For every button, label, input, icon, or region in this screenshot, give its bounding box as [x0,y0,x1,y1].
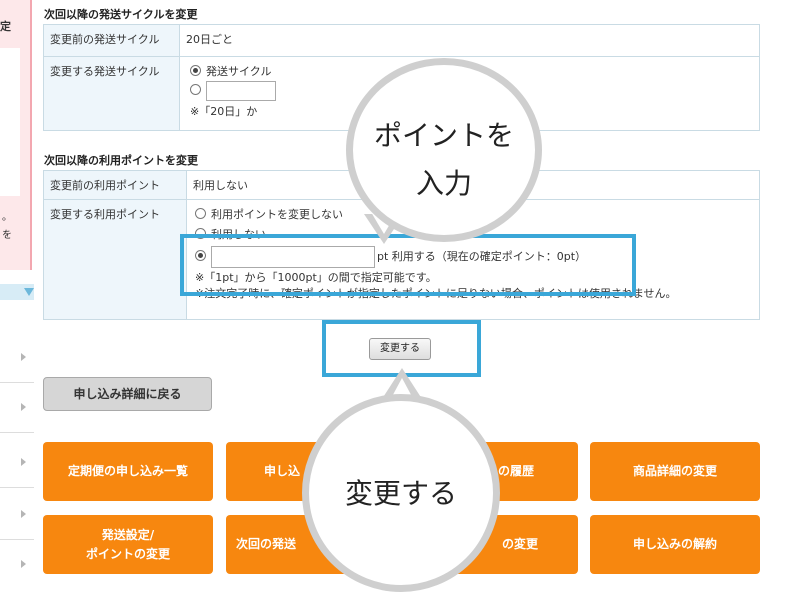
sidebar-fragment-2: 。 [2,212,12,223]
sidebar-nav-item[interactable] [0,490,34,540]
cancel-subscription-button[interactable]: 申し込みの解約 [590,515,760,574]
chevron-right-icon [21,403,26,411]
change-button[interactable]: 変更する [369,338,431,360]
points-callout-text: ポイントを 入力 [346,112,542,208]
sidebar-fragment-3: を [2,230,12,241]
change-callout-text: 変更する [344,477,457,510]
next-shipping-label: 次回の発送 [236,537,297,552]
sidebar-nav-item[interactable] [0,540,34,590]
cycle-radio-custom[interactable] [190,84,201,95]
history-label: の履歴 [497,464,534,479]
product-details-change-button[interactable]: 商品詳細の変更 [590,442,760,501]
current-points-label: 変更前の利用ポイント [43,170,187,200]
cancel-subscription-label: 申し込みの解約 [632,537,717,552]
points-section-title: 次回以降の利用ポイントを変更 [44,154,198,167]
back-to-details-button[interactable]: 申し込み詳細に戻る [43,377,212,411]
chevron-right-icon [21,560,26,568]
points-input-highlight [180,234,636,296]
points-option-nochange: 利用ポイントを変更しない [211,208,343,221]
subscription-list-label: 定期便の申し込み一覧 [67,464,188,479]
change-destination-label: の変更 [501,537,538,552]
chevron-right-icon [21,510,26,518]
shipping-points-change-line2: ポイントの変更 [85,546,170,561]
sidebar-nav-item[interactable] [0,438,34,488]
cycle-option-label: 発送サイクル [206,65,272,78]
product-details-change-label: 商品詳細の変更 [632,464,717,479]
application-label: 申し込 [264,464,301,479]
cycle-days-input[interactable] [206,81,276,101]
new-points-label: 変更する利用ポイント [43,199,187,320]
shipping-points-change-button[interactable]: 発送設定/ ポイントの変更 [43,515,213,574]
sidebar: 定 。 を [0,0,34,596]
sidebar-triangle-icon [24,288,34,296]
shipping-cycle-title: 次回以降の発送サイクルを変更 [44,8,198,21]
points-callout-line2: 入力 [415,167,472,200]
points-callout-line1: ポイントを [373,119,514,152]
shipping-points-change-line1: 発送設定/ [101,527,155,542]
points-radio-nochange[interactable] [195,208,206,219]
sidebar-nav-item[interactable] [0,383,34,433]
chevron-right-icon [21,353,26,361]
cycle-radio-keep[interactable] [190,65,201,76]
chevron-right-icon [21,458,26,466]
subscription-list-button[interactable]: 定期便の申し込み一覧 [43,442,213,501]
sidebar-panel-inner [0,48,20,196]
current-cycle-label: 変更前の発送サイクル [43,24,180,57]
sidebar-fragment-1: 定 [0,20,11,33]
current-cycle-value: 20日ごと [179,24,760,57]
new-cycle-label: 変更する発送サイクル [43,56,180,131]
sidebar-nav-item[interactable] [0,333,34,383]
